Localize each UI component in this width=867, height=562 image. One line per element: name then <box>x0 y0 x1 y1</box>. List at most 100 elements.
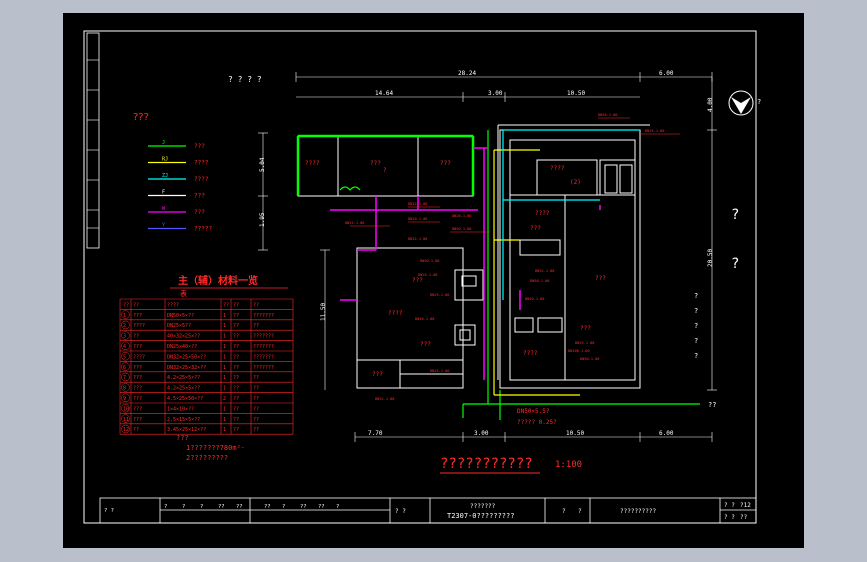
room-5: ???? <box>388 310 403 317</box>
table-cell-10-1: ??? <box>133 406 142 412</box>
table-cell-12-0: 12 <box>123 427 129 433</box>
table-cell-0-4: ?? <box>233 302 239 308</box>
table-cell-7-2: 4.2×25×5×?? <box>167 375 200 381</box>
tb-right-num: ?12 <box>740 502 751 509</box>
table-subtitle: 表 <box>180 289 187 298</box>
table-cell-10-3: 1 <box>223 406 226 412</box>
table-cell-5-1: ???? <box>133 354 145 360</box>
table-cell-8-2: 4.2×25×5×?? <box>167 386 200 392</box>
table-cell-11-4: ?? <box>233 417 239 423</box>
right-mark-1: ? <box>694 292 698 300</box>
table-cell-3-5: ??????? <box>253 334 274 340</box>
dim-total: 28.24 <box>458 70 476 77</box>
table-cell-8-0: 8 <box>123 386 126 392</box>
table-cell-9-3: 2 <box>223 396 226 402</box>
legend-text-1: ???? <box>194 160 209 167</box>
table-cell-2-4: ?? <box>233 323 239 329</box>
tb-cell-2: ? <box>200 504 203 510</box>
table-cell-6-2: DN32×25×32×?? <box>167 365 206 371</box>
tb-right-bottom: ? ? <box>724 514 735 521</box>
scale: 1:100 <box>555 460 582 470</box>
table-cell-2-1: ???? <box>133 323 145 329</box>
room-7: ??? <box>595 275 606 282</box>
pipe-tag-6: DN32-1.00 <box>408 237 427 241</box>
table-cell-6-3: 1 <box>223 365 226 371</box>
room-14: ??? <box>412 277 423 284</box>
tb-col-a: ? ? <box>395 508 406 515</box>
notes-line-2: 2????????? <box>186 454 228 462</box>
legend-text-3: ??? <box>194 193 205 200</box>
table-cell-1-4: ?? <box>233 313 239 319</box>
tb-drawing-name: ?????????? <box>620 508 657 515</box>
table-cell-7-3: 1 <box>223 375 226 381</box>
tb-cell-4: ?? <box>236 504 243 510</box>
pipe-tag-19: DN25-1.00 <box>430 369 449 373</box>
table-cell-2-3: 1 <box>223 323 226 329</box>
pipe-tag-8: DN50-1.00 <box>420 259 439 263</box>
table-cell-1-2: DN50×5×?? <box>167 313 194 319</box>
table-cell-11-2: 2.5×15×5×?? <box>167 417 200 423</box>
table-cell-2-2: DN25×5?? <box>167 323 191 329</box>
legend-line-label-5: Y <box>162 223 165 229</box>
pipe-tag-3: DN20-1.00 <box>408 217 427 221</box>
tb-cell-1: ? <box>182 504 185 510</box>
right-mark-5: ? <box>694 352 698 360</box>
dim-d1: 14.64 <box>375 90 393 97</box>
room-11: ???? <box>550 165 565 172</box>
dim-d2: 3.00 <box>488 90 503 97</box>
table-cell-0-1: ?? <box>133 302 139 308</box>
legend-title: ??? <box>133 112 149 123</box>
table-cell-0-5: ?? <box>253 302 259 308</box>
table-cell-7-5: ?? <box>253 375 259 381</box>
table-cell-3-3: 1 <box>223 334 226 340</box>
figure-caption: 图 3-5 生产用工房生活给排水平面布置图 <box>355 536 512 545</box>
right-mark-2: ? <box>694 307 698 315</box>
table-cell-5-2: DN32×25×50×?? <box>167 354 206 360</box>
table-cell-5-5: ??????? <box>253 354 274 360</box>
table-cell-2-5: ?? <box>253 323 259 329</box>
legend-line-label-2: ZJ <box>162 173 168 179</box>
legend-line-label-0: J <box>162 140 165 146</box>
notes-line-1: 1???????780m²· <box>186 444 245 452</box>
dim-right-a: 4.00 <box>707 97 714 112</box>
table-cell-0-3: ?? <box>223 302 229 308</box>
dim-bottom-b: 3.00 <box>474 430 489 437</box>
table-cell-4-0: 4 <box>123 344 126 350</box>
top-question: ? ? ? ? <box>228 75 262 84</box>
pipe-entry-1: DN50×5.5? <box>517 408 550 415</box>
table-cell-8-5: ?? <box>253 386 259 392</box>
right-pipe-label: ?? <box>708 401 716 409</box>
legend-text-4: ??? <box>194 209 205 216</box>
table-cell-5-0: 5 <box>123 354 126 360</box>
table-cell-4-2: DN25×40×?? <box>167 344 197 350</box>
legend-line-label-1: RJ <box>162 157 168 163</box>
table-cell-12-5: ?? <box>253 427 259 433</box>
table-cell-11-3: 1 <box>223 417 226 423</box>
tb-cell-5: ?? <box>264 504 271 510</box>
table-cell-1-5: ??????? <box>253 313 274 319</box>
table-cell-5-4: ?? <box>233 354 239 360</box>
pipe-tag-0: DN50-1.00 <box>598 113 617 117</box>
table-cell-12-2: 3.45×25×12×?? <box>167 427 206 433</box>
tb-cell-6: ? <box>282 504 285 510</box>
table-cell-3-2: 40×32×25×?? <box>167 334 200 340</box>
table-cell-7-4: ?? <box>233 375 239 381</box>
room-6: ???? <box>535 210 550 217</box>
table-cell-8-4: ?? <box>233 386 239 392</box>
right-question-1: ? <box>731 207 739 223</box>
table-cell-11-0: 11 <box>123 417 129 423</box>
drawing-sheet <box>63 13 804 548</box>
room-4: ? <box>383 167 387 174</box>
room-9: ??? <box>420 341 431 348</box>
pipe-tag-15: DN25-1.00 <box>575 341 594 345</box>
pipe-tag-2: DN32-1.00 <box>408 202 427 206</box>
table-cell-10-2: 1×4×10×?? <box>167 406 194 412</box>
legend-text-2: ???? <box>194 176 209 183</box>
table-cell-11-5: ?? <box>253 417 259 423</box>
tb-cell-8: ?? <box>318 504 325 510</box>
table-cell-3-1: ?? <box>133 334 139 340</box>
table-cell-10-0: 10 <box>123 406 129 412</box>
legend-text-5: ????? <box>194 226 212 233</box>
room-10: ??? <box>372 371 383 378</box>
table-cell-9-5: ?? <box>253 396 259 402</box>
